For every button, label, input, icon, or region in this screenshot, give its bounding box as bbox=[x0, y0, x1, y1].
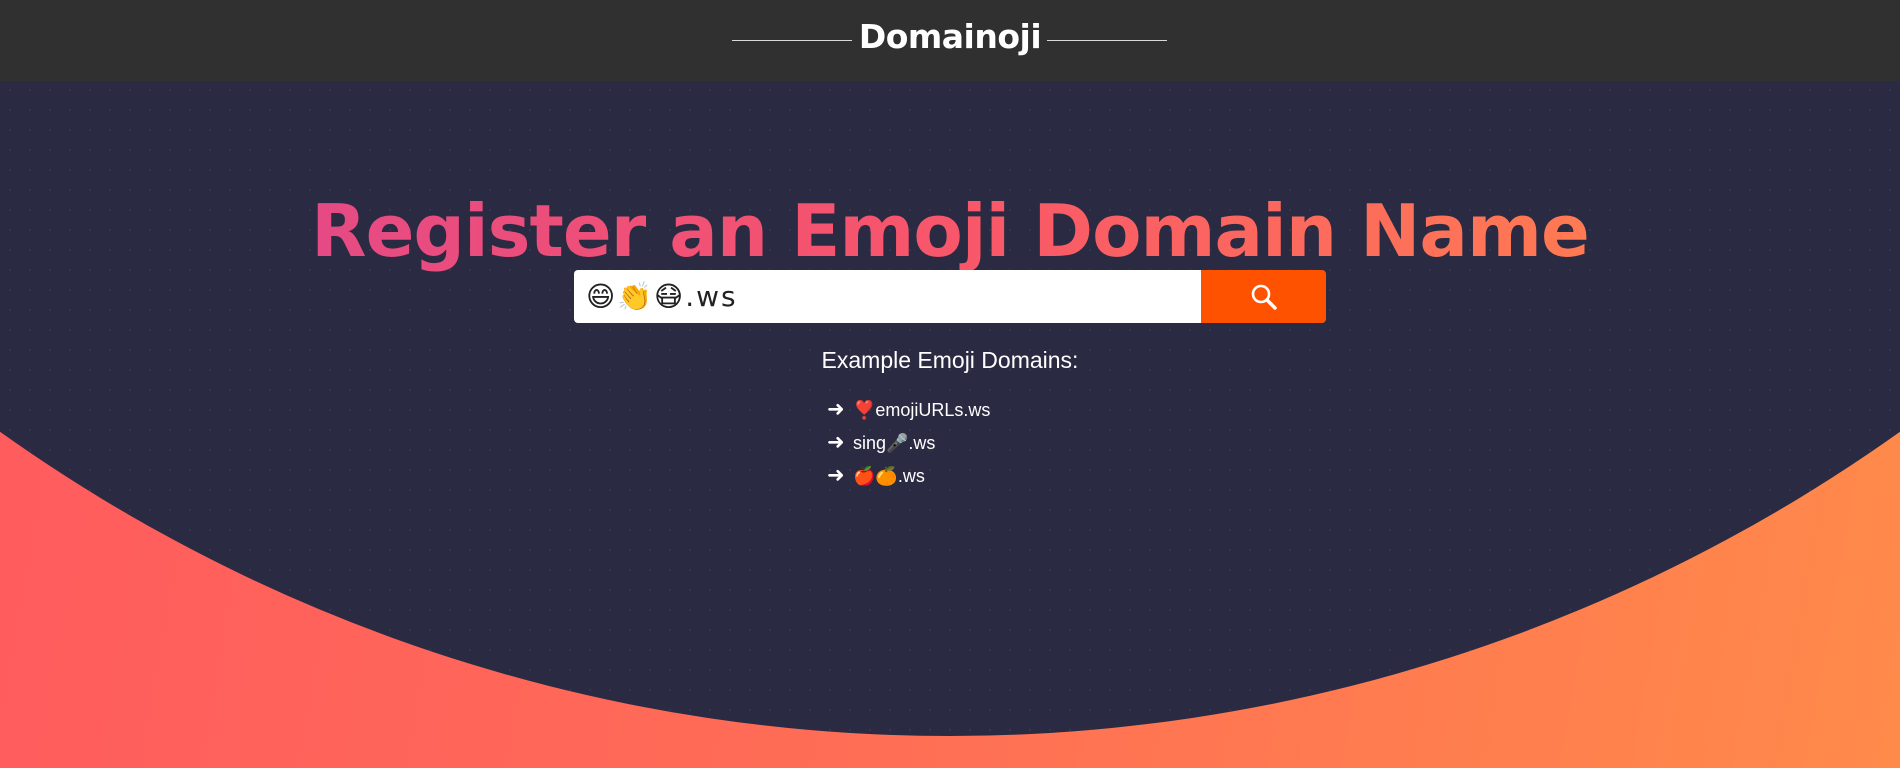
example-domain-link[interactable]: sing🎤.ws bbox=[853, 433, 935, 453]
page-title: Register an Emoji Domain Name bbox=[0, 186, 1900, 276]
search-icon bbox=[1251, 284, 1277, 310]
domain-search-form bbox=[574, 270, 1326, 323]
brand-logo[interactable]: Domainoji bbox=[0, 15, 1900, 59]
list-item: ➜ 🍎🍊.ws bbox=[827, 462, 990, 495]
examples-heading: Example Emoji Domains: bbox=[821, 347, 1079, 373]
example-domain-link[interactable]: 🍎🍊.ws bbox=[853, 466, 925, 486]
arrow-right-icon: ➜ bbox=[827, 431, 845, 454]
brand-divider-right bbox=[1047, 40, 1167, 41]
top-bar: Domainoji bbox=[0, 0, 1900, 81]
page: Domainoji Register an Emoji Domain Name … bbox=[0, 0, 1900, 768]
arrow-right-icon: ➜ bbox=[827, 464, 845, 487]
search-button[interactable] bbox=[1201, 270, 1326, 323]
list-item: ➜ sing🎤.ws bbox=[827, 429, 990, 462]
arrow-right-icon: ➜ bbox=[827, 398, 845, 421]
page-title-text: Register an Emoji Domain Name bbox=[311, 189, 1590, 274]
list-item: ➜ ❣️emojiURLs.ws bbox=[827, 396, 990, 429]
example-domain-link[interactable]: ❣️emojiURLs.ws bbox=[853, 400, 990, 420]
examples-list: ➜ ❣️emojiURLs.ws ➜ sing🎤.ws ➜ 🍎🍊.ws bbox=[827, 396, 990, 495]
domain-search-input[interactable] bbox=[574, 270, 1201, 323]
